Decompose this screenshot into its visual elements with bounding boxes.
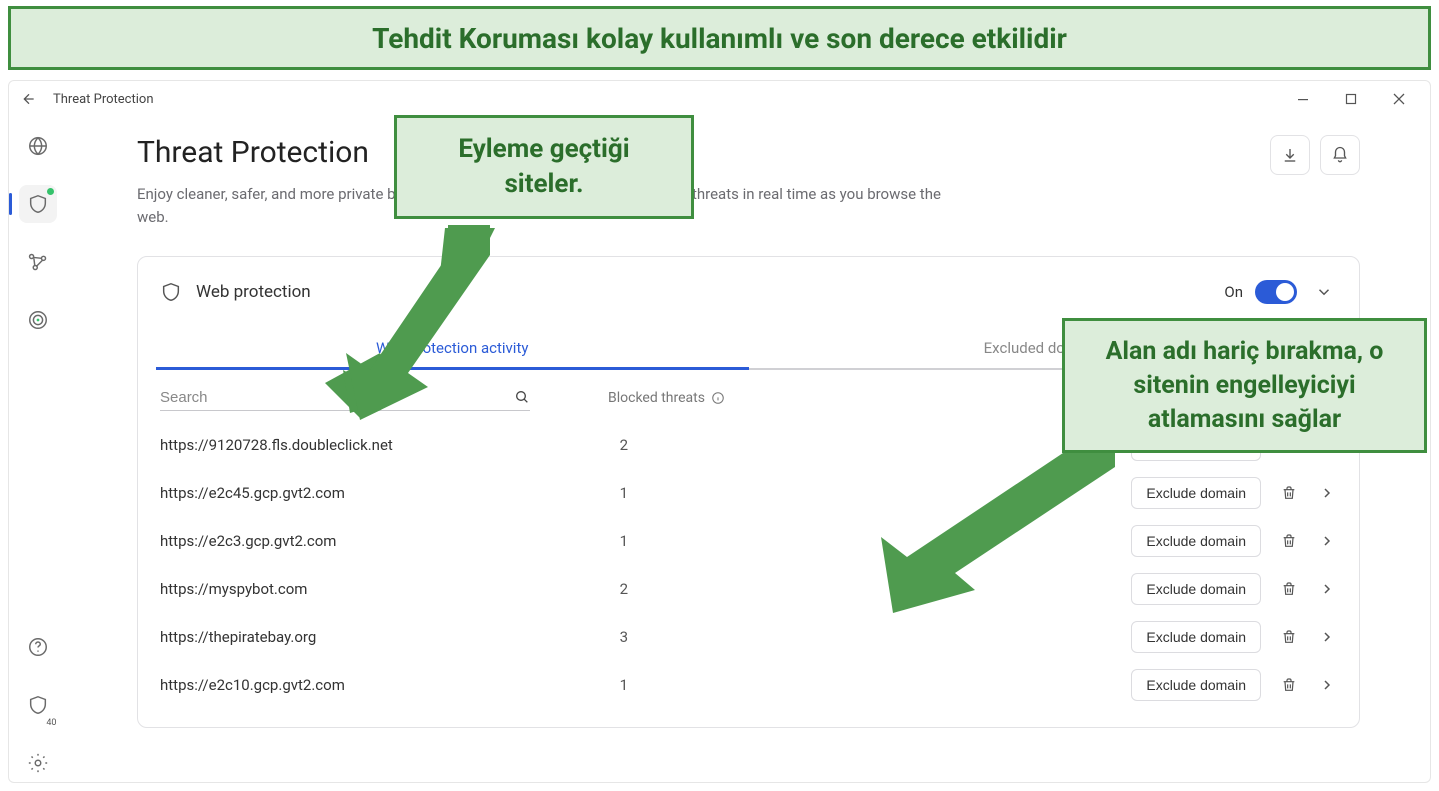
- row-url: https://e2c45.gcp.gvt2.com: [160, 484, 570, 502]
- delete-button[interactable]: [1279, 629, 1299, 645]
- row-url: https://e2c3.gcp.gvt2.com: [160, 532, 570, 550]
- row-url: https://e2c10.gcp.gvt2.com: [160, 676, 570, 694]
- row-expand-button[interactable]: [1317, 485, 1337, 501]
- row-count: 1: [588, 532, 628, 550]
- table-row: https://e2c3.gcp.gvt2.com 1 Exclude domain: [160, 517, 1337, 565]
- expand-button[interactable]: [1311, 279, 1337, 305]
- sidebar-item-shield[interactable]: [19, 185, 57, 223]
- trash-icon: [1281, 629, 1297, 645]
- table-row: https://myspybot.com 2 Exclude domain: [160, 565, 1337, 613]
- minimize-icon: [1297, 93, 1309, 105]
- mesh-icon: [27, 251, 49, 273]
- notifications-button[interactable]: [1320, 135, 1360, 175]
- sidebar-item-mesh[interactable]: [19, 243, 57, 281]
- trash-icon: [1281, 677, 1297, 693]
- sidebar-item-shield-count[interactable]: 40: [19, 686, 57, 724]
- row-expand-button[interactable]: [1317, 533, 1337, 549]
- header-actions: [1270, 135, 1360, 175]
- trash-icon: [1281, 533, 1297, 549]
- annotation-banner: Tehdit Koruması kolay kullanımlı ve son …: [8, 6, 1431, 70]
- table-row: https://e2c10.gcp.gvt2.com 1 Exclude domai…: [160, 661, 1337, 709]
- row-url: https://thepiratebay.org: [160, 628, 570, 646]
- row-count: 2: [588, 436, 628, 454]
- shield-icon: [27, 193, 49, 215]
- bell-icon: [1331, 146, 1349, 164]
- help-icon: [27, 636, 49, 658]
- search-icon: [514, 389, 530, 405]
- chevron-right-icon: [1319, 581, 1335, 597]
- annotation-arrow-1-shape: [330, 225, 500, 420]
- annotation-callout-2-text: Alan adı hariç bırakma, o sitenin engell…: [1087, 335, 1402, 436]
- sidebar-item-settings[interactable]: [19, 744, 57, 782]
- web-protection-toggle[interactable]: [1255, 280, 1297, 304]
- gear-icon: [27, 752, 49, 774]
- minimize-button[interactable]: [1290, 86, 1316, 112]
- table-row: https://e2c45.gcp.gvt2.com 1 Exclude domai…: [160, 469, 1337, 517]
- card-header: Web protection On: [138, 257, 1359, 327]
- content-header: Threat Protection: [137, 135, 1360, 175]
- info-icon[interactable]: [711, 391, 725, 405]
- delete-button[interactable]: [1279, 677, 1299, 693]
- chevron-right-icon: [1319, 485, 1335, 501]
- threat-list: https://9120728.fls.doubleclick.net 2 Excl…: [138, 421, 1359, 727]
- exclude-domain-button[interactable]: Exclude domain: [1131, 669, 1261, 701]
- back-button[interactable]: [17, 87, 41, 111]
- page-title: Threat Protection: [137, 135, 1270, 170]
- titlebar: Threat Protection: [9, 81, 1430, 117]
- annotation-callout-1: Eyleme geçtiği siteler.: [394, 115, 694, 219]
- blocked-threats-label: Blocked threats: [608, 390, 705, 406]
- toggle-state-label: On: [1224, 283, 1243, 301]
- maximize-button[interactable]: [1338, 86, 1364, 112]
- chevron-right-icon: [1319, 677, 1335, 693]
- download-button[interactable]: [1270, 135, 1310, 175]
- status-dot-icon: [47, 188, 54, 195]
- toggle-group: On: [1224, 280, 1297, 304]
- delete-button[interactable]: [1279, 485, 1299, 501]
- trash-icon: [1281, 485, 1297, 501]
- chevron-right-icon: [1319, 533, 1335, 549]
- row-expand-button[interactable]: [1317, 581, 1337, 597]
- sidebar-item-help[interactable]: [19, 628, 57, 666]
- sidebar-item-target[interactable]: [19, 301, 57, 339]
- window-controls: [1290, 86, 1422, 112]
- row-count: 1: [588, 484, 628, 502]
- row-count: 3: [588, 628, 628, 646]
- annotation-callout-1-text: Eyleme geçtiği siteler.: [419, 132, 669, 202]
- sidebar-item-globe[interactable]: [19, 127, 57, 165]
- row-url: https://myspybot.com: [160, 580, 570, 598]
- window-title: Threat Protection: [53, 92, 1278, 107]
- row-expand-button[interactable]: [1317, 629, 1337, 645]
- exclude-domain-button[interactable]: Exclude domain: [1131, 477, 1261, 509]
- chevron-right-icon: [1319, 629, 1335, 645]
- delete-button[interactable]: [1279, 533, 1299, 549]
- blocked-threats-header: Blocked threats: [608, 390, 725, 406]
- arrow-left-icon: [21, 91, 37, 107]
- trash-icon: [1281, 581, 1297, 597]
- row-url: https://9120728.fls.doubleclick.net: [160, 436, 570, 454]
- sidebar: 40: [9, 117, 67, 782]
- close-icon: [1393, 93, 1405, 105]
- delete-button[interactable]: [1279, 581, 1299, 597]
- maximize-icon: [1345, 93, 1357, 105]
- shield-icon: [160, 281, 182, 303]
- row-expand-button[interactable]: [1317, 677, 1337, 693]
- annotation-banner-text: Tehdit Koruması kolay kullanımlı ve son …: [372, 22, 1067, 55]
- exclude-domain-button[interactable]: Exclude domain: [1131, 621, 1261, 653]
- table-row: https://thepiratebay.org 3 Exclude domain: [160, 613, 1337, 661]
- close-button[interactable]: [1386, 86, 1412, 112]
- row-count: 2: [588, 580, 628, 598]
- target-icon: [27, 309, 49, 331]
- chevron-down-icon: [1315, 283, 1333, 301]
- exclude-domain-button[interactable]: Exclude domain: [1131, 525, 1261, 557]
- shield-outline-icon: [27, 694, 49, 716]
- download-icon: [1281, 146, 1299, 164]
- shield-badge-count: 40: [44, 718, 58, 728]
- globe-icon: [27, 135, 49, 157]
- annotation-callout-2: Alan adı hariç bırakma, o sitenin engell…: [1062, 318, 1427, 453]
- row-count: 1: [588, 676, 628, 694]
- exclude-domain-button[interactable]: Exclude domain: [1131, 573, 1261, 605]
